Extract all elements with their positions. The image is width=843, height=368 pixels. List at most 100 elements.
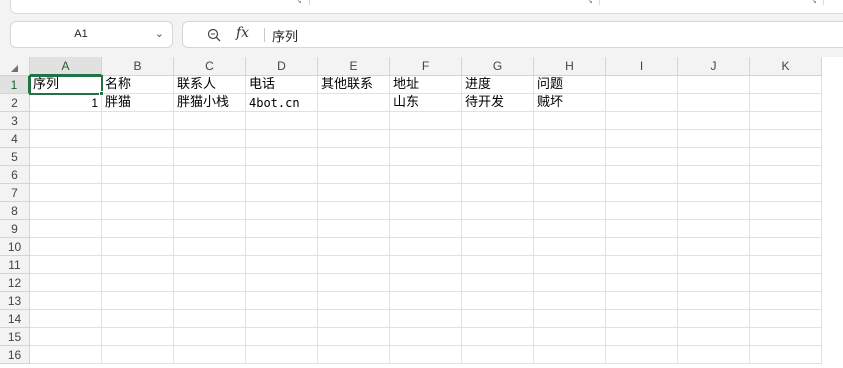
cell-b8[interactable] — [102, 202, 174, 220]
column-header-f[interactable]: F — [390, 57, 462, 76]
cell-j13[interactable] — [678, 292, 750, 310]
cell-f9[interactable] — [390, 220, 462, 238]
cell-c7[interactable] — [174, 184, 246, 202]
cell-a14[interactable] — [30, 310, 102, 328]
cell-g13[interactable] — [462, 292, 534, 310]
cell-c9[interactable] — [174, 220, 246, 238]
cell-c8[interactable] — [174, 202, 246, 220]
cell-b4[interactable] — [102, 130, 174, 148]
cell-a4[interactable] — [30, 130, 102, 148]
cell-i5[interactable] — [606, 148, 678, 166]
cell-a12[interactable] — [30, 274, 102, 292]
cell-g15[interactable] — [462, 328, 534, 346]
row-header-16[interactable]: 16 — [0, 346, 30, 364]
column-header-a[interactable]: A — [30, 57, 102, 76]
cell-g7[interactable] — [462, 184, 534, 202]
cell-a15[interactable] — [30, 328, 102, 346]
cell-b10[interactable] — [102, 238, 174, 256]
cell-j5[interactable] — [678, 148, 750, 166]
cell-b15[interactable] — [102, 328, 174, 346]
cell-d13[interactable] — [246, 292, 318, 310]
cell-j7[interactable] — [678, 184, 750, 202]
cell-d16[interactable] — [246, 346, 318, 364]
cell-e9[interactable] — [318, 220, 390, 238]
column-header-g[interactable]: G — [462, 57, 534, 76]
cell-f16[interactable] — [390, 346, 462, 364]
row-header-7[interactable]: 7 — [0, 184, 30, 202]
cell-a13[interactable] — [30, 292, 102, 310]
row-header-4[interactable]: 4 — [0, 130, 30, 148]
cell-d2[interactable]: 4bot.cn — [246, 94, 318, 112]
cell-i2[interactable] — [606, 94, 678, 112]
cell-a7[interactable] — [30, 184, 102, 202]
cell-h3[interactable] — [534, 112, 606, 130]
cell-j14[interactable] — [678, 310, 750, 328]
cell-f3[interactable] — [390, 112, 462, 130]
row-header-10[interactable]: 10 — [0, 238, 30, 256]
cell-k15[interactable] — [750, 328, 822, 346]
cell-g4[interactable] — [462, 130, 534, 148]
row-header-12[interactable]: 12 — [0, 274, 30, 292]
select-all-button[interactable] — [0, 57, 30, 76]
cell-g3[interactable] — [462, 112, 534, 130]
cell-d11[interactable] — [246, 256, 318, 274]
cell-d9[interactable] — [246, 220, 318, 238]
cell-i9[interactable] — [606, 220, 678, 238]
cell-j3[interactable] — [678, 112, 750, 130]
column-header-i[interactable]: I — [606, 57, 678, 76]
column-header-c[interactable]: C — [174, 57, 246, 76]
cell-f8[interactable] — [390, 202, 462, 220]
cell-c3[interactable] — [174, 112, 246, 130]
cell-d15[interactable] — [246, 328, 318, 346]
cell-e11[interactable] — [318, 256, 390, 274]
cell-d4[interactable] — [246, 130, 318, 148]
cell-c10[interactable] — [174, 238, 246, 256]
cell-i10[interactable] — [606, 238, 678, 256]
cell-k12[interactable] — [750, 274, 822, 292]
cell-h8[interactable] — [534, 202, 606, 220]
cell-a11[interactable] — [30, 256, 102, 274]
cell-h6[interactable] — [534, 166, 606, 184]
row-header-8[interactable]: 8 — [0, 202, 30, 220]
cell-c16[interactable] — [174, 346, 246, 364]
row-header-6[interactable]: 6 — [0, 166, 30, 184]
cell-k2[interactable] — [750, 94, 822, 112]
cell-k5[interactable] — [750, 148, 822, 166]
row-header-15[interactable]: 15 — [0, 328, 30, 346]
cell-b12[interactable] — [102, 274, 174, 292]
cell-i1[interactable] — [606, 76, 678, 94]
cell-a9[interactable] — [30, 220, 102, 238]
cell-e10[interactable] — [318, 238, 390, 256]
cell-e13[interactable] — [318, 292, 390, 310]
cell-c13[interactable] — [174, 292, 246, 310]
row-header-14[interactable]: 14 — [0, 310, 30, 328]
row-header-2[interactable]: 2 — [0, 94, 30, 112]
cell-h5[interactable] — [534, 148, 606, 166]
cell-k16[interactable] — [750, 346, 822, 364]
cell-g14[interactable] — [462, 310, 534, 328]
cell-f13[interactable] — [390, 292, 462, 310]
cell-g11[interactable] — [462, 256, 534, 274]
cell-g6[interactable] — [462, 166, 534, 184]
cell-h13[interactable] — [534, 292, 606, 310]
cell-d8[interactable] — [246, 202, 318, 220]
cell-b11[interactable] — [102, 256, 174, 274]
cell-e16[interactable] — [318, 346, 390, 364]
column-header-j[interactable]: J — [678, 57, 750, 76]
cell-g12[interactable] — [462, 274, 534, 292]
cell-g16[interactable] — [462, 346, 534, 364]
cell-f4[interactable] — [390, 130, 462, 148]
cell-f6[interactable] — [390, 166, 462, 184]
cell-j12[interactable] — [678, 274, 750, 292]
cell-f14[interactable] — [390, 310, 462, 328]
cell-d10[interactable] — [246, 238, 318, 256]
cell-k11[interactable] — [750, 256, 822, 274]
cell-a3[interactable] — [30, 112, 102, 130]
cell-h9[interactable] — [534, 220, 606, 238]
cell-a5[interactable] — [30, 148, 102, 166]
cell-f10[interactable] — [390, 238, 462, 256]
cell-i11[interactable] — [606, 256, 678, 274]
name-box-value[interactable]: A1 — [11, 22, 151, 47]
cell-b7[interactable] — [102, 184, 174, 202]
cell-f5[interactable] — [390, 148, 462, 166]
